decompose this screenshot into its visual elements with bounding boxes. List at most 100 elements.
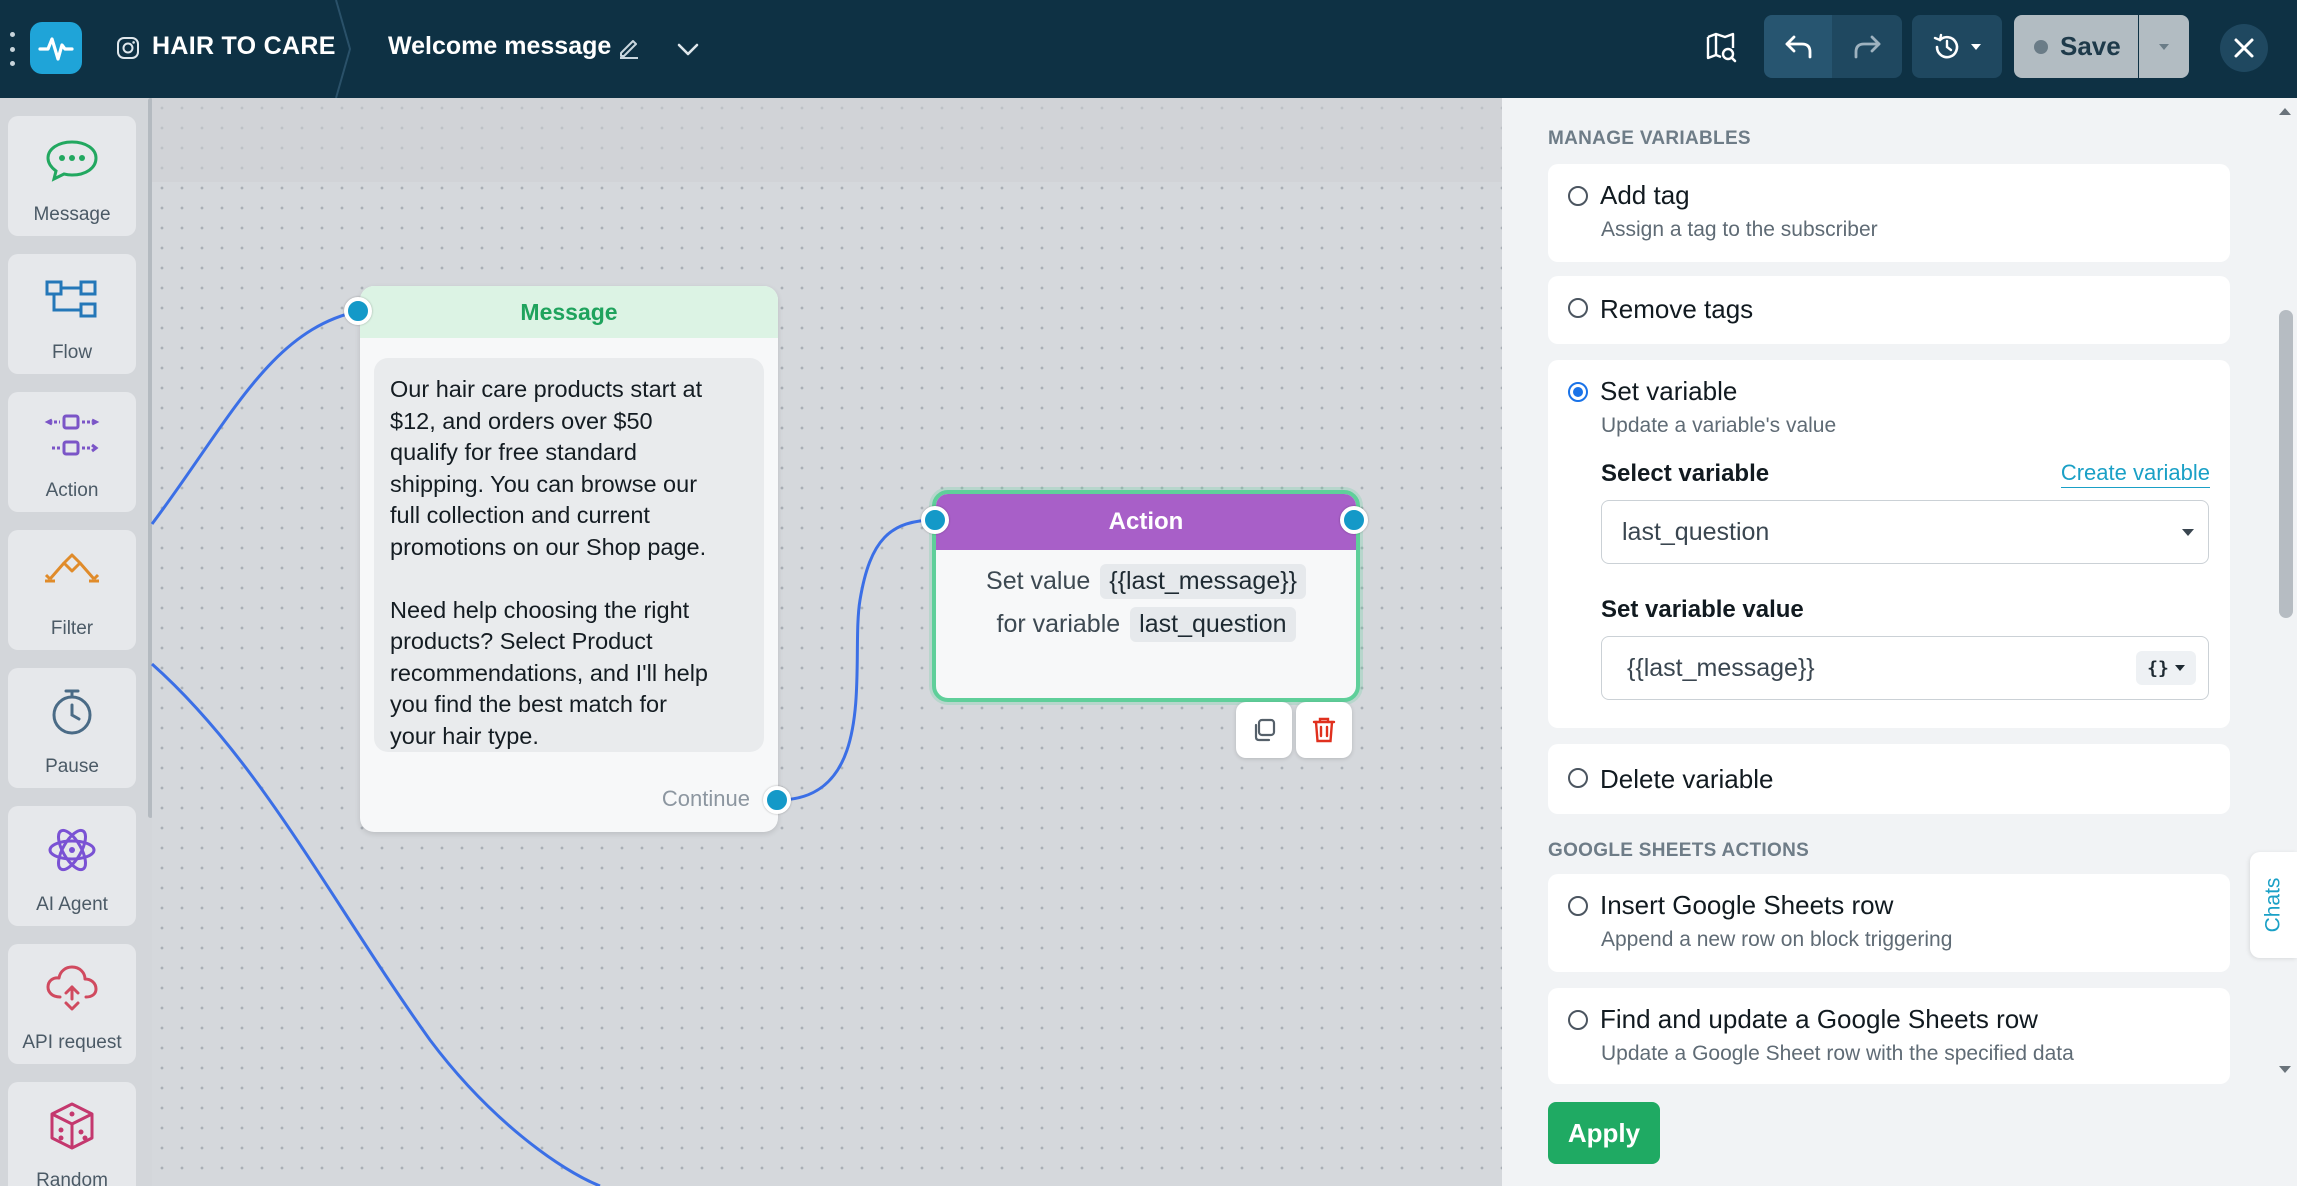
option-set-variable[interactable]: Set variable Update a variable's value S… bbox=[1548, 360, 2230, 728]
select-variable-label: Select variable bbox=[1601, 460, 1770, 487]
instagram-icon bbox=[117, 37, 139, 59]
chats-tab-label: Chats bbox=[2261, 877, 2285, 933]
insert-row-desc: Append a new row on block triggering bbox=[1601, 928, 1953, 951]
message-text: Our hair care products start at $12, and… bbox=[374, 358, 764, 752]
history-button[interactable] bbox=[1912, 15, 2002, 78]
option-find-update-sheets-row[interactable]: Find and update a Google Sheets row Upda… bbox=[1548, 988, 2230, 1084]
breadcrumb-separator bbox=[335, 0, 352, 98]
for-variable-label: for variable bbox=[996, 610, 1121, 638]
action-node-title: Action bbox=[936, 494, 1356, 550]
delete-variable-radio[interactable] bbox=[1568, 768, 1588, 788]
redo-icon bbox=[1854, 35, 1881, 58]
caret-down-icon bbox=[2159, 43, 2169, 50]
add-tag-radio[interactable] bbox=[1568, 186, 1588, 206]
save-label: Save bbox=[2060, 31, 2121, 61]
redo-button[interactable] bbox=[1832, 15, 1902, 78]
option-delete-variable[interactable]: Delete variable bbox=[1548, 744, 2230, 814]
variable-select[interactable]: last_question bbox=[1601, 500, 2209, 564]
api-cloud-icon bbox=[46, 965, 98, 1011]
message-node-title: Message bbox=[360, 286, 778, 338]
tool-label: AI Agent bbox=[36, 894, 108, 915]
save-button[interactable]: Save bbox=[2014, 15, 2138, 78]
app-logo-icon[interactable] bbox=[30, 22, 82, 74]
set-variable-radio[interactable] bbox=[1568, 382, 1588, 402]
dice-icon bbox=[50, 1102, 94, 1150]
history-icon bbox=[1933, 33, 1959, 58]
tool-flow[interactable]: Flow bbox=[8, 254, 136, 374]
find-update-row-radio[interactable] bbox=[1568, 1010, 1588, 1030]
action-output-port[interactable] bbox=[1340, 506, 1368, 534]
top-bar: HAIR TO CARE Welcome message Save bbox=[0, 0, 2297, 98]
option-add-tag[interactable]: Add tag Assign a tag to the subscriber bbox=[1548, 164, 2230, 262]
tool-label: Flow bbox=[51, 342, 93, 363]
find-update-row-title: Find and update a Google Sheets row bbox=[1600, 1004, 2038, 1034]
action-input-port[interactable] bbox=[921, 506, 949, 534]
tool-label: API request bbox=[22, 1032, 122, 1053]
action-node[interactable]: Action Set value {{last_message}} for va… bbox=[932, 490, 1360, 702]
insert-variable-button[interactable]: {} bbox=[2136, 651, 2196, 685]
add-tag-desc: Assign a tag to the subscriber bbox=[1601, 218, 1878, 241]
message-bubble-icon bbox=[46, 140, 98, 182]
scroll-down-arrow-icon[interactable] bbox=[2279, 1066, 2291, 1073]
chats-tab[interactable]: Chats bbox=[2250, 852, 2297, 958]
menu-dots-icon[interactable] bbox=[9, 32, 15, 66]
braces-icon: {} bbox=[2147, 657, 2169, 679]
scroll-up-arrow-icon[interactable] bbox=[2279, 108, 2291, 115]
flow-title[interactable]: Welcome message bbox=[388, 32, 611, 61]
continue-label: Continue bbox=[661, 786, 750, 811]
message-input-port[interactable] bbox=[344, 297, 372, 325]
tool-random[interactable]: Random bbox=[8, 1082, 136, 1186]
flow-icon bbox=[45, 280, 97, 318]
caret-down-icon bbox=[2174, 665, 2185, 671]
option-insert-sheets-row[interactable]: Insert Google Sheets row Append a new ro… bbox=[1548, 874, 2230, 972]
action-set-value-row: Set value {{last_message}} bbox=[936, 564, 1356, 599]
remove-tags-radio[interactable] bbox=[1568, 298, 1588, 318]
manage-variables-heading: MANAGE VARIABLES bbox=[1548, 128, 1751, 149]
caret-down-icon bbox=[2182, 529, 2194, 536]
save-status-dot bbox=[2034, 39, 2048, 54]
tool-filter[interactable]: Filter bbox=[8, 530, 136, 650]
chevron-down-icon[interactable] bbox=[674, 36, 702, 62]
ai-agent-icon bbox=[48, 828, 96, 872]
set-variable-desc: Update a variable's value bbox=[1601, 414, 1837, 437]
stopwatch-icon bbox=[52, 689, 92, 735]
trash-icon bbox=[1312, 717, 1336, 743]
pencil-icon[interactable] bbox=[616, 34, 642, 60]
action-settings-panel: MANAGE VARIABLES Add tag Assign a tag to… bbox=[1502, 98, 2297, 1186]
remove-tags-title: Remove tags bbox=[1600, 294, 1754, 324]
tool-message[interactable]: Message bbox=[8, 116, 136, 236]
delete-node-button[interactable] bbox=[1296, 702, 1352, 758]
continue-output-port[interactable] bbox=[763, 786, 791, 814]
find-update-row-desc: Update a Google Sheet row with the speci… bbox=[1601, 1042, 2074, 1065]
panel-scrollbar-thumb[interactable] bbox=[2279, 310, 2293, 618]
map-search-button[interactable] bbox=[1696, 22, 1746, 72]
delete-variable-title: Delete variable bbox=[1600, 764, 1774, 794]
insert-row-radio[interactable] bbox=[1568, 896, 1588, 916]
variable-select-value: last_question bbox=[1622, 517, 1770, 546]
set-value-label: Set value bbox=[986, 567, 1091, 595]
create-variable-link[interactable]: Create variable bbox=[2060, 460, 2210, 488]
copy-icon bbox=[1254, 718, 1276, 742]
undo-button[interactable] bbox=[1764, 15, 1834, 78]
duplicate-node-button[interactable] bbox=[1236, 702, 1292, 758]
close-button[interactable] bbox=[2220, 24, 2268, 72]
apply-button[interactable]: Apply bbox=[1548, 1102, 1660, 1164]
tool-label: Message bbox=[33, 204, 111, 225]
variable-pill: last_question bbox=[1130, 607, 1296, 642]
insert-row-title: Insert Google Sheets row bbox=[1600, 890, 1894, 920]
tool-ai-agent[interactable]: AI Agent bbox=[8, 806, 136, 926]
tool-action[interactable]: Action bbox=[8, 392, 136, 512]
bot-name[interactable]: HAIR TO CARE bbox=[152, 32, 336, 61]
tool-api-request[interactable]: API request bbox=[8, 944, 136, 1064]
add-tag-title: Add tag bbox=[1600, 180, 1690, 210]
action-variable-row: for variable last_question bbox=[936, 607, 1356, 642]
set-variable-title: Set variable bbox=[1600, 376, 1738, 406]
variable-value-input[interactable]: {{last_message}} {} bbox=[1601, 636, 2209, 700]
save-options-button[interactable] bbox=[2139, 15, 2189, 78]
message-node[interactable]: Message Our hair care products start at … bbox=[360, 286, 778, 832]
tool-label: Random bbox=[36, 1170, 108, 1186]
tool-pause[interactable]: Pause bbox=[8, 668, 136, 788]
filter-icon bbox=[44, 553, 100, 583]
tool-label: Filter bbox=[50, 618, 94, 639]
option-remove-tags[interactable]: Remove tags bbox=[1548, 276, 2230, 344]
